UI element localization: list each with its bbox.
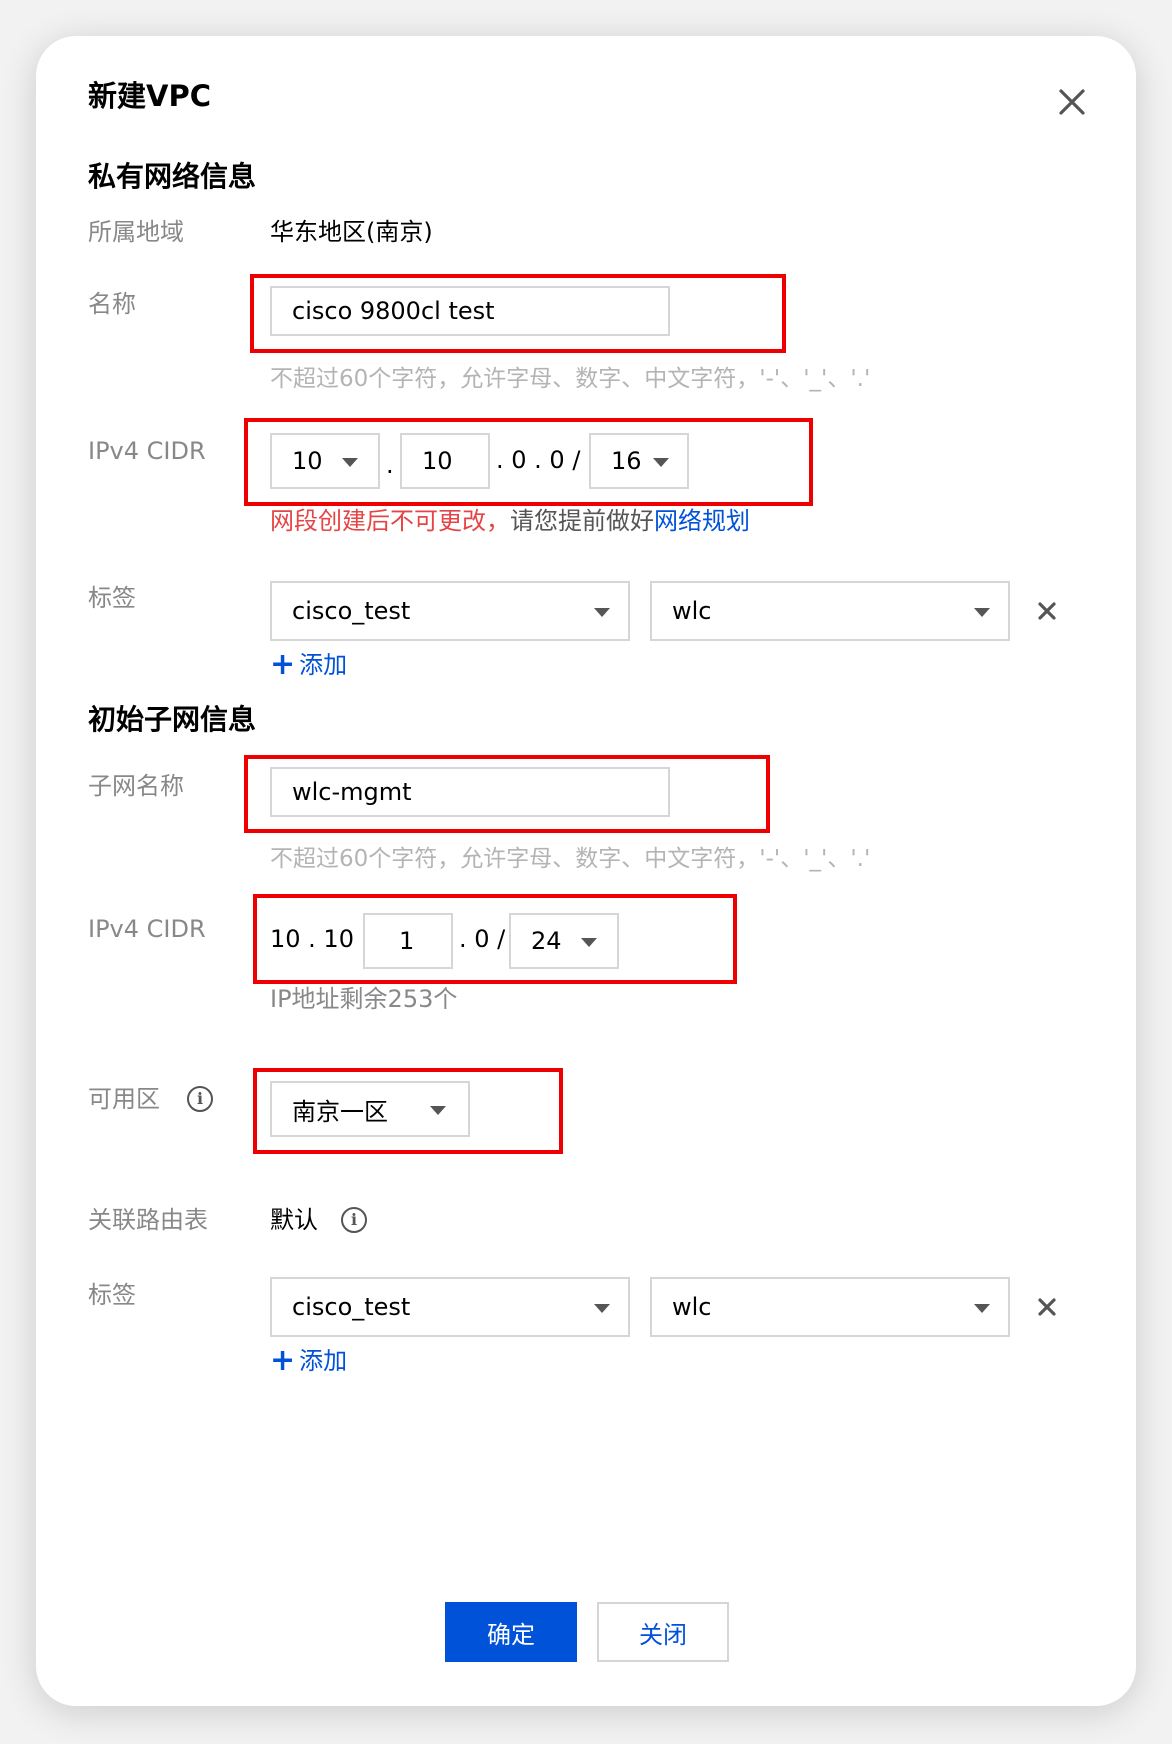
route-table-value: 默认 <box>270 1206 318 1234</box>
region-value: 华东地区(南京) <box>270 218 433 246</box>
region-label: 所属地域 <box>88 218 184 246</box>
info-icon[interactable]: i <box>187 1086 213 1112</box>
chevron-down-icon <box>594 1304 610 1313</box>
vpc-name-value: cisco 9800cl test <box>292 297 495 325</box>
vpc-cidr-octet1-value: 10 <box>292 447 323 475</box>
dialog-title: 新建VPC <box>88 79 211 113</box>
vpc-cidr-octet1-select[interactable]: 10 <box>270 433 380 489</box>
vpc-tag-key-value: cisco_test <box>292 597 411 625</box>
vpc-tag-value-value: wlc <box>672 597 712 625</box>
confirm-button-label: 确定 <box>487 1620 535 1649</box>
new-vpc-dialog: 新建VPC 私有网络信息 所属地域 华东地区(南京) 名称 cisco 9800… <box>36 36 1136 1706</box>
chevron-down-icon <box>974 1304 990 1313</box>
subnet-section-title: 初始子网信息 <box>88 703 257 736</box>
close-icon[interactable] <box>1056 86 1088 118</box>
subnet-cidr-mask-value: 24 <box>531 927 562 955</box>
subnet-cidr-label: IPv4 CIDR <box>88 915 206 943</box>
vpc-tag-key-select[interactable]: cisco_test <box>270 581 630 641</box>
vpc-add-tag-link[interactable]: + 添加 <box>270 648 347 682</box>
plus-icon: + <box>270 647 296 682</box>
subnet-tag-key-select[interactable]: cisco_test <box>270 1277 630 1337</box>
chevron-down-icon <box>581 938 597 947</box>
plus-icon: + <box>270 1343 296 1378</box>
vpc-section-title: 私有网络信息 <box>88 160 257 193</box>
subnet-tag-label: 标签 <box>88 1281 136 1309</box>
close-button[interactable]: 关闭 <box>597 1602 729 1662</box>
vpc-cidr-mask-select[interactable]: 16 <box>589 433 689 489</box>
subnet-add-tag-label: 添加 <box>299 1347 348 1375</box>
subnet-name-label: 子网名称 <box>88 772 184 800</box>
vpc-name-input[interactable]: cisco 9800cl test <box>270 286 670 336</box>
vpc-cidr-mask-value: 16 <box>611 447 642 475</box>
vpc-tag-value-select[interactable]: wlc <box>650 581 1010 641</box>
chevron-down-icon <box>653 458 669 467</box>
route-table-label: 关联路由表 <box>88 1206 208 1234</box>
confirm-button[interactable]: 确定 <box>445 1602 577 1662</box>
chevron-down-icon <box>430 1106 446 1115</box>
cidr-tip-text: 请您提前做好 <box>510 507 654 535</box>
subnet-tag-value-value: wlc <box>672 1293 712 1321</box>
vpc-cidr-label: IPv4 CIDR <box>88 437 206 465</box>
subnet-cidr-octet3-value: 1 <box>399 927 415 955</box>
zone-select[interactable]: 南京一区 <box>270 1081 470 1137</box>
subnet-name-hint: 不超过60个字符，允许字母、数字、中文字符，'-'、'_'、'.' <box>270 846 871 872</box>
vpc-cidr-suffix: . 0 . 0 / <box>496 446 581 474</box>
vpc-cidr-octet2-input[interactable]: 10 <box>400 433 490 489</box>
subnet-add-tag-link[interactable]: + 添加 <box>270 1344 347 1378</box>
cidr-warning-text: 网段创建后不可更改， <box>270 507 510 535</box>
subnet-tag-value-select[interactable]: wlc <box>650 1277 1010 1337</box>
zone-label: 可用区 <box>88 1085 160 1113</box>
info-icon[interactable]: i <box>341 1207 367 1233</box>
close-button-label: 关闭 <box>639 1620 687 1649</box>
vpc-cidr-octet2-value: 10 <box>422 447 453 475</box>
chevron-down-icon <box>974 608 990 617</box>
remove-tag-icon[interactable] <box>1035 599 1059 623</box>
vpc-cidr-warning-line: 网段创建后不可更改，请您提前做好网络规划 <box>270 504 750 538</box>
remove-tag-icon[interactable] <box>1035 1295 1059 1319</box>
chevron-down-icon <box>342 458 358 467</box>
subnet-name-input[interactable]: wlc-mgmt <box>270 767 670 817</box>
subnet-name-value: wlc-mgmt <box>292 778 412 806</box>
vpc-add-tag-label: 添加 <box>299 651 348 679</box>
chevron-down-icon <box>594 608 610 617</box>
ip-remaining-text: IP地址剩余253个 <box>270 985 458 1013</box>
subnet-cidr-suffix: . 0 / <box>459 925 506 953</box>
vpc-name-hint: 不超过60个字符，允许字母、数字、中文字符，'-'、'_'、'.' <box>270 366 871 392</box>
subnet-tag-key-value: cisco_test <box>292 1293 411 1321</box>
subnet-cidr-octet3-input[interactable]: 1 <box>363 913 453 969</box>
vpc-name-label: 名称 <box>88 290 136 318</box>
cidr-dot: . <box>386 451 394 479</box>
subnet-cidr-mask-select[interactable]: 24 <box>509 913 619 969</box>
network-planning-link[interactable]: 网络规划 <box>654 507 750 535</box>
subnet-cidr-prefix: 10 . 10 . <box>270 925 370 953</box>
zone-value: 南京一区 <box>292 1097 388 1126</box>
vpc-tag-label: 标签 <box>88 584 136 612</box>
